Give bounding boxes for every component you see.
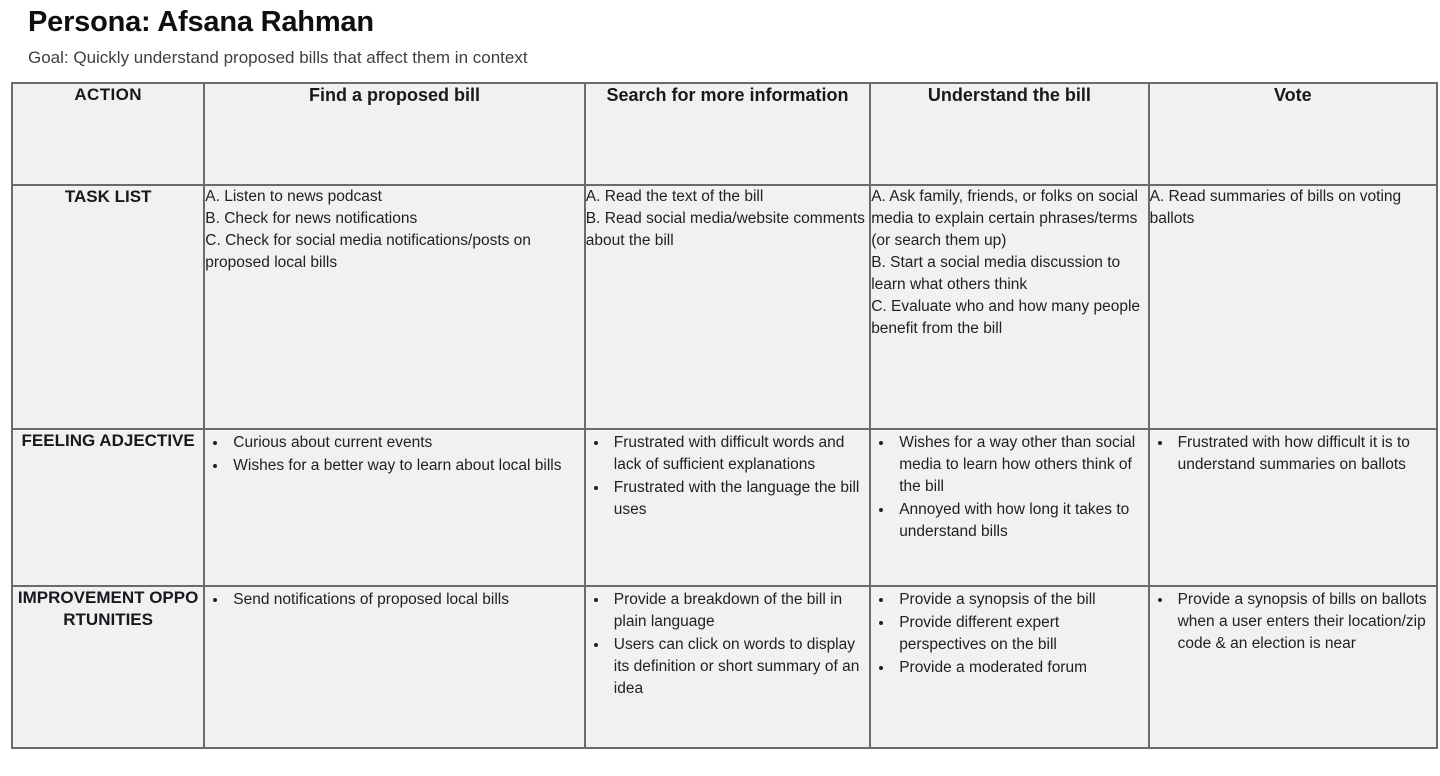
column-header-find-a-proposed-bill: Find a proposed bill xyxy=(203,81,586,186)
persona-journey-map-page: Persona: Afsana Rahman Goal: Quickly und… xyxy=(0,6,1440,776)
row-label-feeling-adjective: FEELING ADJECTIVE xyxy=(10,427,206,587)
cell-task-list-search: A. Read the text of the bill B. Read soc… xyxy=(583,183,872,430)
list-item: Provide different expert perspectives on… xyxy=(894,612,1147,656)
journey-map-table: ACTION Find a proposed bill Search for m… xyxy=(10,81,1439,749)
feeling-list-find: Curious about current events Wishes for … xyxy=(205,432,584,477)
feeling-list-understand: Wishes for a way other than social media… xyxy=(871,432,1147,543)
list-item: Frustrated with how difficult it is to u… xyxy=(1173,432,1436,476)
list-item: Curious about current events xyxy=(228,432,584,454)
task-list-search: A. Read the text of the bill B. Read soc… xyxy=(586,186,869,252)
list-item: Frustrated with the language the bill us… xyxy=(609,477,869,521)
list-item: Annoyed with how long it takes to unders… xyxy=(894,499,1147,543)
table-header: ACTION Find a proposed bill Search for m… xyxy=(10,81,1439,186)
task-list-vote: A. Read summaries of bills on voting bal… xyxy=(1150,186,1436,230)
page-title: Persona: Afsana Rahman xyxy=(28,6,374,38)
list-item: C. Evaluate who and how many people bene… xyxy=(871,297,1141,337)
cell-task-list-find: A. Listen to news podcast B. Check for n… xyxy=(203,183,586,430)
persona-goal: Goal: Quickly understand proposed bills … xyxy=(28,48,528,68)
row-label-task-list: TASK LIST xyxy=(10,183,206,430)
cell-feeling-vote: Frustrated with how difficult it is to u… xyxy=(1147,427,1439,587)
column-header-vote: Vote xyxy=(1147,81,1439,186)
list-item: Wishes for a better way to learn about l… xyxy=(228,455,584,477)
list-item: A. Read summaries of bills on voting bal… xyxy=(1149,187,1402,227)
header-row: ACTION Find a proposed bill Search for m… xyxy=(10,81,1439,186)
improvement-list-search: Provide a breakdown of the bill in plain… xyxy=(586,589,869,700)
feeling-list-vote: Frustrated with how difficult it is to u… xyxy=(1150,432,1436,476)
cell-feeling-understand: Wishes for a way other than social media… xyxy=(869,427,1150,587)
list-item: Provide a synopsis of bills on ballots w… xyxy=(1173,589,1436,655)
list-item: A. Ask family, friends, or folks on soci… xyxy=(871,187,1138,249)
list-item: Wishes for a way other than social media… xyxy=(894,432,1147,498)
cell-feeling-search: Frustrated with difficult words and lack… xyxy=(583,427,872,587)
improvement-list-understand: Provide a synopsis of the bill Provide d… xyxy=(871,589,1147,679)
list-item: A. Listen to news podcast xyxy=(205,187,382,205)
table-body: TASK LIST A. Listen to news podcast B. C… xyxy=(10,183,1439,749)
list-item: B. Check for news notifications xyxy=(205,209,418,227)
list-item: Provide a breakdown of the bill in plain… xyxy=(609,589,869,633)
cell-feeling-find: Curious about current events Wishes for … xyxy=(203,427,586,587)
improvement-list-vote: Provide a synopsis of bills on ballots w… xyxy=(1150,589,1436,655)
table-row-feeling-adjective: FEELING ADJECTIVE Curious about current … xyxy=(10,427,1439,587)
cell-improvement-understand: Provide a synopsis of the bill Provide d… xyxy=(869,584,1150,749)
column-header-action: ACTION xyxy=(10,81,206,186)
table-row-improvement-opportunities: IMPROVEMENT OPPORTUNITIES Send notificat… xyxy=(10,584,1439,749)
list-item: Send notifications of proposed local bil… xyxy=(228,589,584,611)
cell-task-list-understand: A. Ask family, friends, or folks on soci… xyxy=(869,183,1150,430)
list-item: B. Start a social media discussion to le… xyxy=(871,253,1121,293)
table-row-task-list: TASK LIST A. Listen to news podcast B. C… xyxy=(10,183,1439,430)
cell-improvement-search: Provide a breakdown of the bill in plain… xyxy=(583,584,872,749)
feeling-list-search: Frustrated with difficult words and lack… xyxy=(586,432,869,521)
row-label-improvement-opportunities: IMPROVEMENT OPPORTUNITIES xyxy=(10,584,206,749)
list-item: Provide a moderated forum xyxy=(894,657,1147,679)
task-list-find: A. Listen to news podcast B. Check for n… xyxy=(205,186,584,274)
list-item: Users can click on words to display its … xyxy=(609,634,869,700)
list-item: A. Read the text of the bill xyxy=(585,187,764,205)
cell-improvement-find: Send notifications of proposed local bil… xyxy=(203,584,586,749)
list-item: Provide a synopsis of the bill xyxy=(894,589,1147,611)
task-list-understand: A. Ask family, friends, or folks on soci… xyxy=(871,186,1147,340)
improvement-list-find: Send notifications of proposed local bil… xyxy=(205,589,584,611)
list-item: Frustrated with difficult words and lack… xyxy=(609,432,869,476)
list-item: C. Check for social media notifications/… xyxy=(205,231,531,271)
cell-task-list-vote: A. Read summaries of bills on voting bal… xyxy=(1147,183,1439,430)
cell-improvement-vote: Provide a synopsis of bills on ballots w… xyxy=(1147,584,1439,749)
column-header-search-for-more-information: Search for more information xyxy=(583,81,872,186)
list-item: B. Read social media/website comments ab… xyxy=(585,209,865,249)
column-header-understand-the-bill: Understand the bill xyxy=(869,81,1150,186)
